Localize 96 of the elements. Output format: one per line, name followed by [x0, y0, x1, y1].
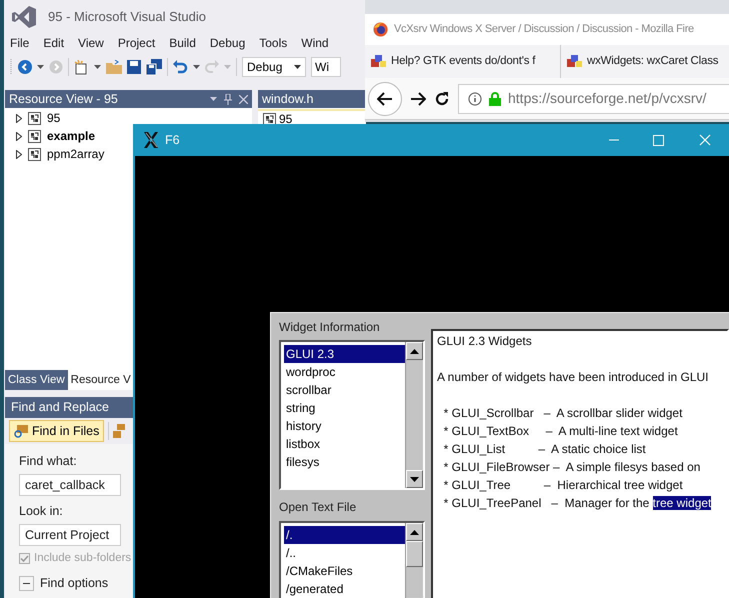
caret-icon	[224, 65, 231, 69]
panel-tab[interactable]: Resource V	[68, 370, 134, 390]
ide-logo-icon	[12, 6, 36, 28]
save-icon[interactable]	[127, 60, 141, 74]
text-line: * GLUI_List – A static choice list	[442, 441, 647, 458]
text-line: * GLUI_Scrollbar – A scrollbar slider widget	[442, 405, 684, 422]
resource-icon	[28, 130, 41, 142]
text-line: * GLUI_TreePanel – Manager for the tree widget	[442, 495, 712, 512]
menu-item[interactable]: Tools	[259, 34, 288, 52]
scroll-down-button[interactable]	[406, 470, 423, 488]
list-item[interactable]: listbox	[284, 435, 405, 454]
scrollbar[interactable]	[405, 342, 423, 488]
list-item[interactable]: history	[284, 417, 405, 436]
caret-icon	[94, 65, 101, 69]
menu-item[interactable]: Build	[169, 34, 196, 52]
list-item[interactable]: wordproc	[284, 363, 405, 382]
tree-item[interactable]: example	[47, 127, 96, 145]
configuration-dropdown[interactable]: Debug	[242, 57, 306, 77]
checkbox-label: Include sub-folders	[34, 550, 132, 566]
x-logo-icon	[143, 132, 159, 148]
resource-icon	[28, 112, 41, 124]
panel-title: Find and Replace	[11, 399, 109, 416]
window-title: F6	[165, 132, 180, 149]
menu-item[interactable]: Debug	[210, 34, 246, 52]
list-item[interactable]: /.	[284, 526, 405, 544]
browser-logo-icon	[373, 22, 388, 37]
window-title: VcXsrv Windows X Server / Discussion / Discussion - Mozilla Fire	[394, 22, 694, 38]
list-item[interactable]: /generated	[284, 580, 405, 598]
find-in-files-button[interactable]: Find in Files	[9, 420, 104, 442]
page-icon	[371, 55, 386, 68]
platform-dropdown[interactable]: Wi	[311, 57, 341, 77]
text-line: * GLUI_FileBrowser – A simple filesys based on	[442, 459, 702, 476]
field-label: Find what:	[19, 453, 78, 470]
panel-tab[interactable]: Class View	[5, 370, 68, 390]
panel-title: Resource View - 95	[9, 90, 118, 108]
tree-item[interactable]: 95	[47, 109, 60, 127]
replace-icon[interactable]	[113, 424, 126, 438]
collapse-icon[interactable]	[19, 576, 34, 591]
pin-icon[interactable]	[224, 94, 232, 104]
tree-item[interactable]: ppm2array	[47, 145, 104, 163]
field-label: Look in:	[19, 502, 64, 520]
page-icon	[567, 55, 582, 68]
back-button[interactable]	[368, 82, 402, 116]
heading-text: GLUI 2.3 Widgets	[437, 333, 533, 350]
section-label: Find options	[40, 574, 108, 592]
undo-icon[interactable]	[173, 60, 188, 74]
menu-item[interactable]: Wind	[301, 34, 329, 52]
back-icon[interactable]	[18, 60, 32, 74]
scroll-up-button[interactable]	[406, 523, 423, 541]
lock-icon	[489, 92, 501, 106]
reload-icon[interactable]	[434, 90, 450, 106]
selected-text[interactable]: tree widget	[652, 496, 712, 510]
tab-title[interactable]: window.h	[262, 90, 314, 108]
resource-icon	[263, 112, 276, 126]
caret-icon	[294, 65, 301, 69]
tree-item[interactable]: 95	[279, 110, 292, 128]
list-item[interactable]: /..	[284, 544, 405, 562]
scroll-up-button[interactable]	[406, 342, 423, 360]
text-line: * GLUI_TextBox – A multi-line text widget	[442, 423, 679, 440]
look-in-dropdown[interactable]: Current Project	[19, 524, 121, 546]
caret-icon	[210, 97, 217, 101]
info-icon	[468, 92, 482, 106]
grip-icon	[10, 58, 13, 76]
open-folder-icon[interactable]	[106, 60, 122, 74]
menu-item[interactable]: Project	[118, 34, 156, 52]
caret-icon	[37, 65, 44, 69]
browser-tab[interactable]: wxWidgets: wxCaret Class	[561, 45, 724, 78]
window-title: 95 - Microsoft Visual Studio	[48, 8, 206, 26]
scroll-thumb[interactable]	[406, 541, 423, 567]
find-what-field[interactable]: caret_callback	[19, 474, 121, 496]
list-item[interactable]: string	[284, 399, 405, 418]
maximize-icon[interactable]	[653, 134, 664, 146]
group-label: Open Text File	[279, 499, 358, 516]
forward-icon[interactable]	[410, 92, 426, 106]
list-item[interactable]: scrollbar	[284, 381, 405, 400]
close-icon[interactable]	[239, 94, 248, 104]
menu-item[interactable]: File	[10, 34, 30, 52]
new-project-icon[interactable]	[74, 60, 89, 74]
save-all-icon[interactable]	[146, 59, 162, 75]
back-arrow-icon	[377, 92, 393, 106]
list-item[interactable]: /CMakeFiles	[284, 562, 405, 580]
down-arrow-icon	[410, 476, 419, 482]
text-line: A number of widgets have been introduced in GLUI	[437, 369, 710, 386]
up-arrow-icon	[410, 348, 419, 354]
list-item[interactable]: filesys	[284, 453, 405, 472]
menu-item[interactable]: View	[78, 34, 104, 52]
up-arrow-icon	[410, 530, 419, 534]
scrollbar[interactable]	[405, 523, 423, 598]
address-bar[interactable]: https://sourceforge.net/p/vcxsrv/	[458, 84, 729, 114]
group-label: Widget Information	[279, 319, 381, 336]
text-line: * GLUI_Tree – Hierarchical tree widget	[442, 477, 684, 494]
menu-item[interactable]: Edit	[43, 34, 64, 52]
resource-icon	[28, 148, 41, 160]
list-item[interactable]: GLUI 2.3	[284, 345, 405, 364]
caret-icon	[193, 65, 200, 69]
find-files-icon	[14, 424, 28, 438]
